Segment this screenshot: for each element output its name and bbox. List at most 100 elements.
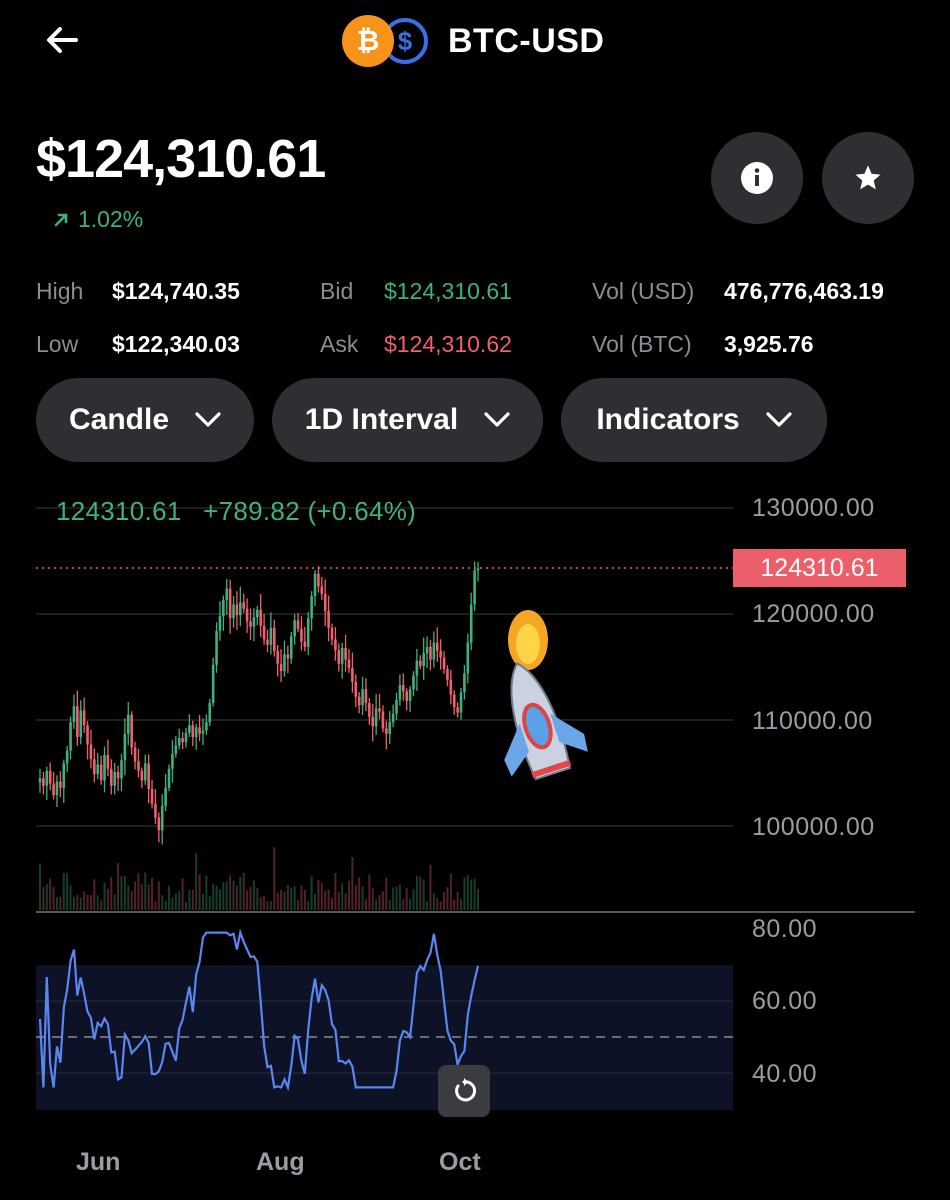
candle: [432, 642, 436, 660]
volume-bar: [69, 885, 72, 910]
info-button[interactable]: [711, 132, 803, 224]
candle: [283, 654, 286, 672]
candle: [235, 604, 239, 616]
candle: [459, 692, 463, 713]
volume-bar: [405, 888, 408, 910]
volume-bar: [181, 878, 184, 910]
volume-bar: [52, 887, 55, 910]
candle: [143, 763, 147, 781]
volume-bar: [42, 886, 45, 910]
volume-bar: [83, 891, 86, 910]
candle: [76, 706, 79, 737]
candle: [62, 763, 66, 788]
pair-title: BTC-USD: [448, 21, 605, 60]
volume-bar: [443, 892, 446, 910]
volume-bar: [351, 856, 354, 910]
volume-bar: [429, 865, 432, 910]
candle: [72, 706, 76, 723]
candle: [82, 710, 86, 726]
volume-bar: [331, 897, 333, 910]
volume-bar: [229, 875, 232, 910]
candle: [242, 602, 246, 609]
volume-bar: [39, 863, 41, 910]
candle: [364, 689, 368, 704]
chart-type-dropdown[interactable]: Candle: [36, 378, 254, 462]
volume-bar: [344, 893, 347, 910]
volume-bar: [130, 891, 133, 910]
candle: [374, 708, 378, 727]
favorite-button[interactable]: [822, 132, 914, 224]
candle: [239, 602, 242, 616]
chart-header: 124310.61 +789.82 (+0.64%): [56, 496, 430, 527]
reset-zoom-button[interactable]: [438, 1065, 490, 1117]
volume-bar: [59, 896, 62, 910]
current-price: $124,310.61: [36, 129, 326, 189]
candle: [279, 663, 283, 672]
candle: [164, 787, 167, 806]
volume-bar: [225, 881, 228, 910]
candle: [330, 627, 334, 640]
volume-bar: [212, 883, 215, 910]
volume-bar: [426, 901, 429, 910]
candle: [211, 664, 215, 704]
volume-bar: [195, 853, 198, 910]
volume-bar: [103, 882, 106, 910]
volume-bar: [419, 876, 422, 910]
current-price-tag: 124310.61: [733, 549, 906, 587]
candle: [327, 610, 330, 628]
volume-bar: [249, 886, 252, 910]
candle: [371, 716, 375, 727]
volume-bar: [347, 880, 350, 910]
indicators-dropdown[interactable]: Indicators: [561, 378, 827, 462]
candle: [418, 660, 422, 666]
volume-bar: [86, 894, 89, 910]
volume-bar: [151, 878, 154, 910]
vol-btc-value: 3,925.76: [724, 331, 814, 357]
vol-btc-label: Vol (BTC): [592, 331, 692, 357]
candle: [334, 639, 337, 651]
candle: [103, 754, 106, 781]
rocket-icon: [504, 610, 588, 781]
candle: [106, 754, 110, 769]
volume-bar: [76, 895, 79, 910]
volume-bar: [460, 898, 463, 910]
volume-bar: [269, 900, 272, 910]
candle: [48, 770, 52, 784]
candle: [405, 691, 408, 701]
volume-bar: [239, 877, 242, 910]
volume-bar: [422, 879, 425, 910]
price-change: 1.02%: [52, 206, 143, 233]
volume-bar: [286, 884, 289, 910]
volume-bar: [358, 877, 361, 910]
volume-bar: [453, 899, 456, 910]
candle: [96, 764, 100, 775]
chart-type-label: Candle: [68, 403, 170, 436]
candle: [276, 651, 279, 664]
volume-bar: [100, 900, 103, 910]
volume-bar: [96, 895, 99, 910]
candle: [466, 642, 470, 674]
candle: [99, 764, 103, 781]
candle: [140, 770, 144, 781]
rsi-tick: 80.00: [752, 915, 818, 943]
chevron-down-icon: [484, 412, 510, 427]
volume-bar: [432, 893, 435, 910]
candle: [306, 618, 310, 647]
volume-bar: [93, 879, 96, 910]
candle: [65, 750, 69, 764]
high-value: $124,740.35: [112, 278, 240, 304]
back-arrow-icon[interactable]: [42, 20, 82, 60]
interval-dropdown[interactable]: 1D Interval: [272, 378, 543, 462]
candle: [388, 722, 392, 734]
chevron-down-icon: [766, 412, 792, 427]
volume-bar: [201, 893, 204, 910]
candle: [198, 727, 201, 734]
volume-bar: [456, 892, 459, 910]
volume-bar: [415, 875, 418, 910]
volume-bar: [55, 897, 58, 910]
candle: [150, 788, 154, 804]
candle: [378, 708, 381, 712]
volume-bar: [113, 894, 116, 910]
candle: [361, 689, 364, 706]
volume-bar: [178, 891, 181, 910]
